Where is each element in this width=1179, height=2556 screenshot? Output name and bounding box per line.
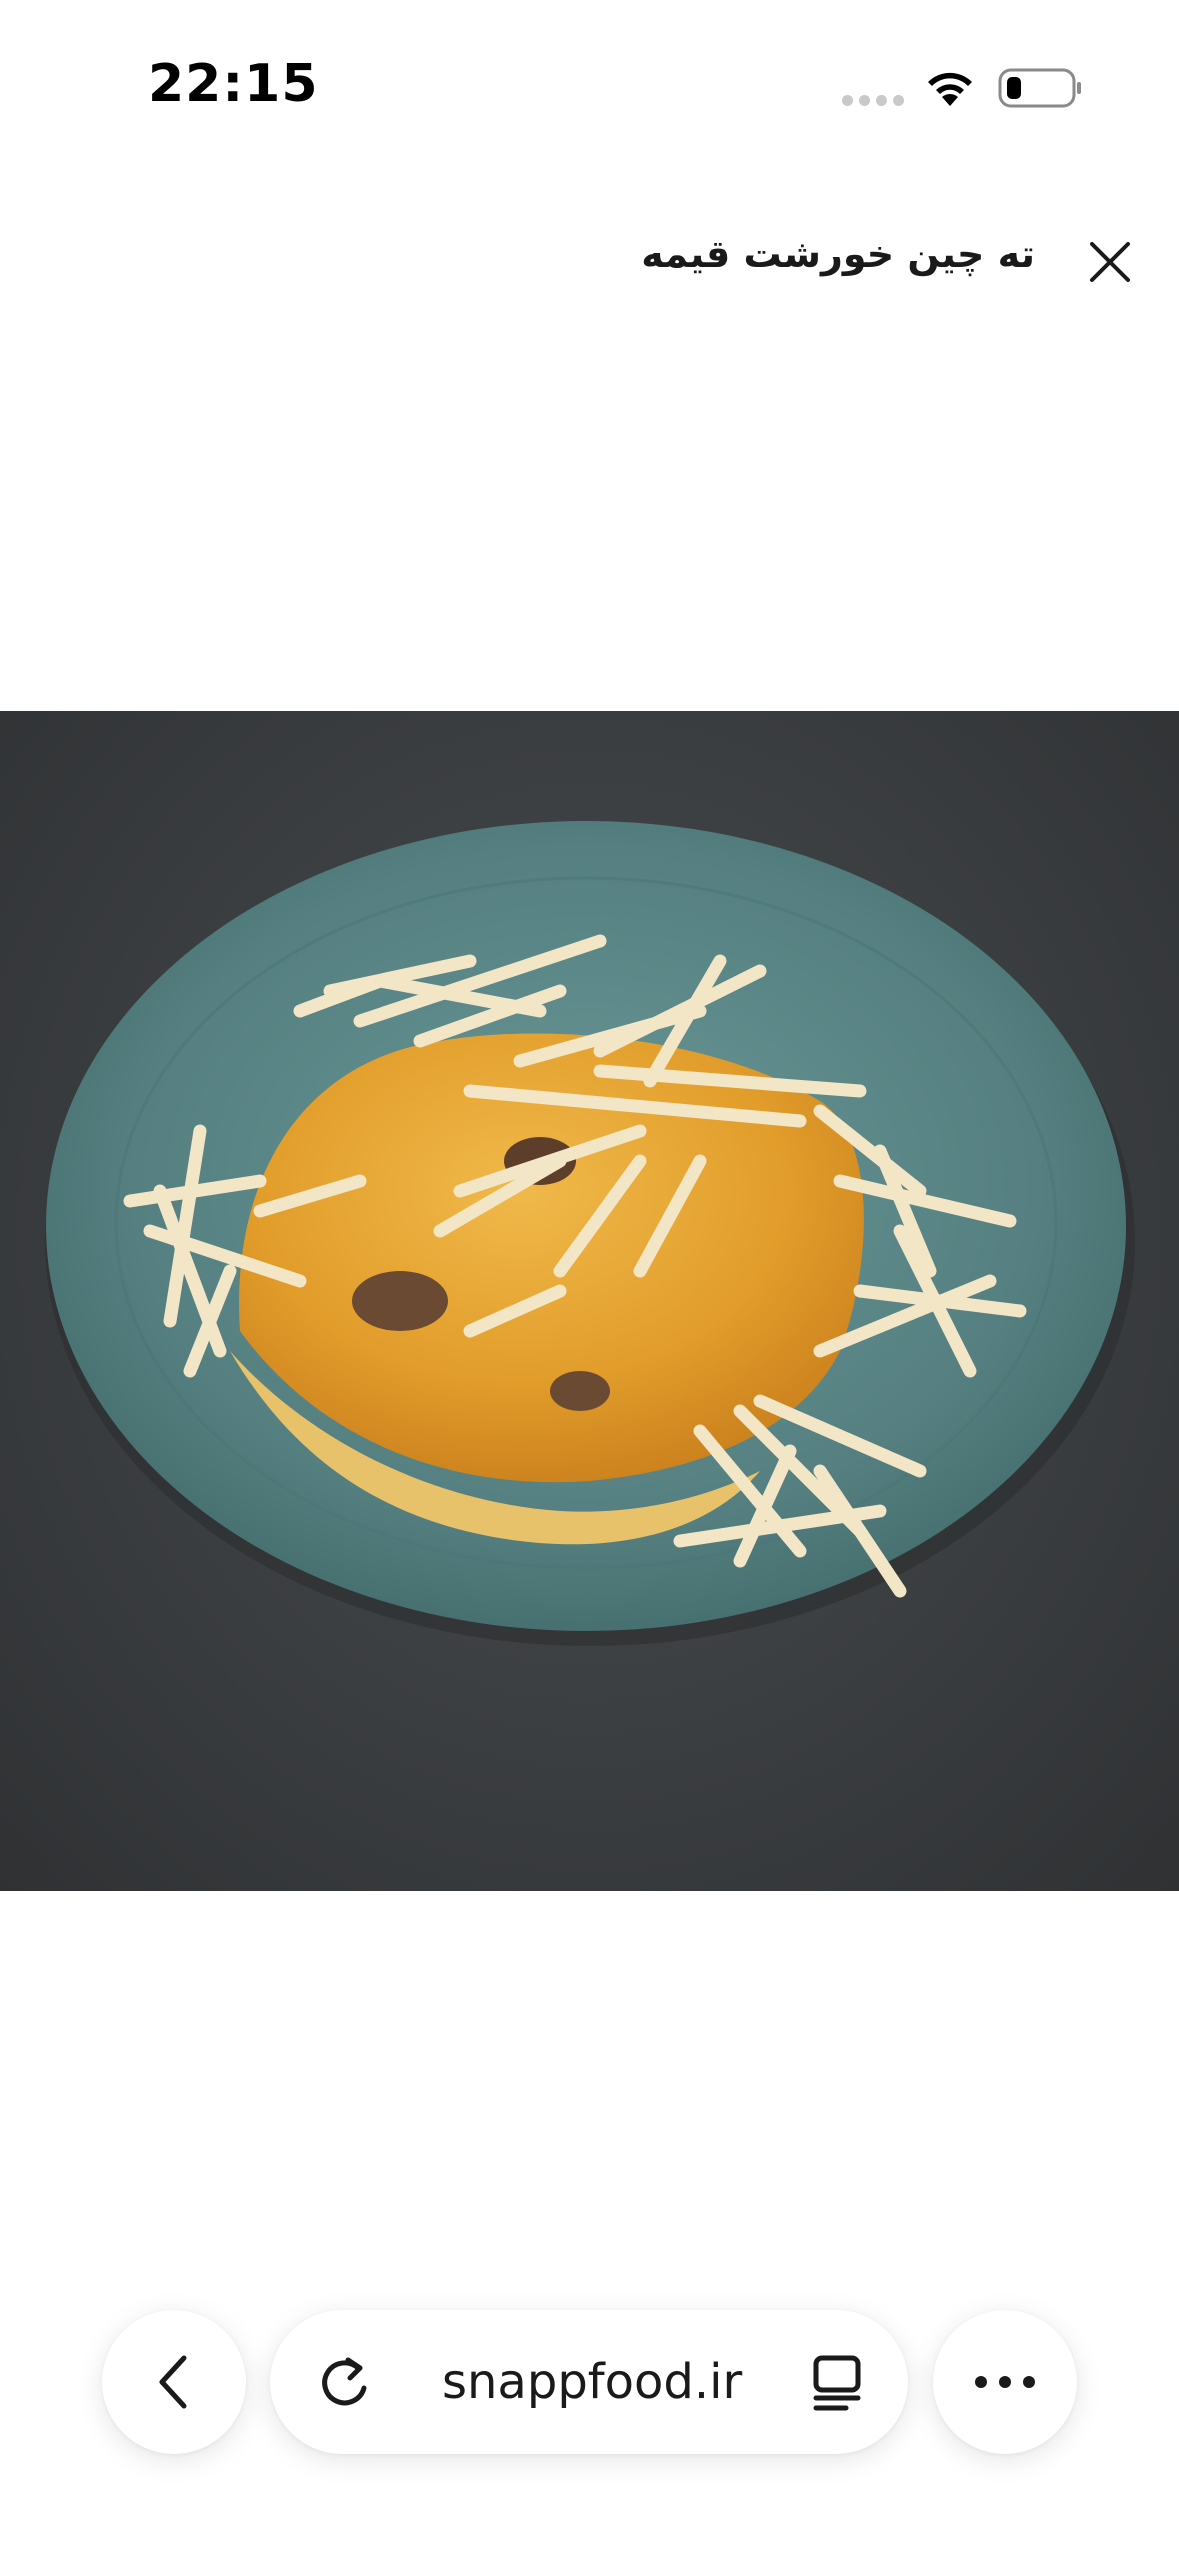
wifi-icon bbox=[928, 72, 972, 106]
food-illustration bbox=[45, 821, 1135, 1646]
address-bar[interactable]: snappfood.ir bbox=[270, 2310, 908, 2454]
more-icon bbox=[975, 2376, 1035, 2388]
more-button[interactable] bbox=[933, 2310, 1077, 2454]
food-photo bbox=[0, 711, 1179, 1891]
browser-toolbar: snappfood.ir bbox=[0, 2300, 1179, 2460]
close-icon[interactable] bbox=[1080, 232, 1140, 292]
status-time: 22:15 bbox=[148, 54, 319, 114]
cellular-signal-icon bbox=[842, 95, 904, 106]
back-button[interactable] bbox=[102, 2310, 246, 2454]
viewer-header: ته چین خورشت قیمه bbox=[0, 200, 1179, 320]
url-text[interactable]: snappfood.ir bbox=[442, 2354, 742, 2410]
battery-icon bbox=[998, 68, 1081, 108]
status-bar: 22:15 bbox=[0, 0, 1179, 170]
reader-mode-icon[interactable] bbox=[810, 2354, 864, 2412]
chevron-left-icon bbox=[159, 2355, 187, 2409]
reload-icon[interactable] bbox=[314, 2352, 374, 2414]
page-title: ته چین خورشت قیمه bbox=[641, 232, 1035, 276]
